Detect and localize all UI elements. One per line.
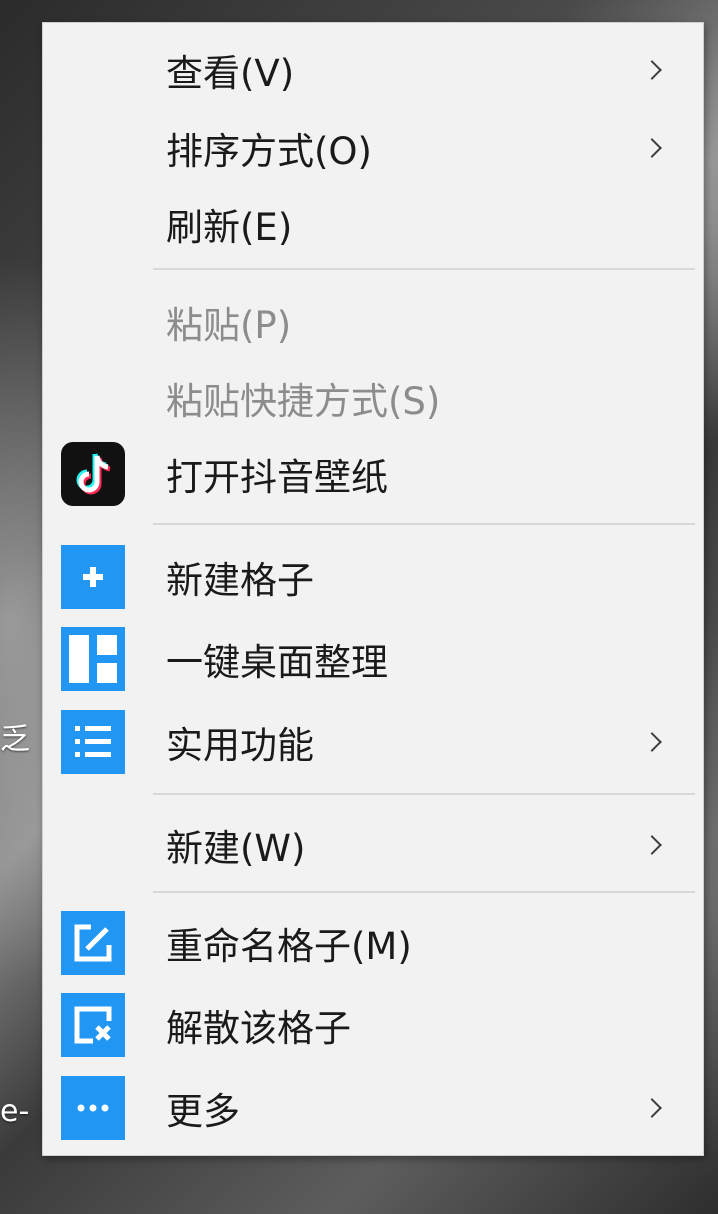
dissolve-icon xyxy=(61,993,125,1057)
menu-item-sort-by[interactable]: 排序方式(O) xyxy=(43,109,703,187)
chevron-right-icon xyxy=(642,732,662,752)
chevron-right-icon xyxy=(642,60,662,80)
menu-item-label: 粘贴(P) xyxy=(166,304,292,347)
desktop-icon-label-fragment[interactable]: e- xyxy=(0,1094,29,1130)
chevron-right-icon xyxy=(642,835,662,855)
menu-item-label: 刷新(E) xyxy=(166,206,293,249)
menu-item-label: 一键桌面整理 xyxy=(166,641,388,684)
menu-item-open-tiktok-wallpaper[interactable]: 打开抖音壁纸 xyxy=(43,435,703,513)
menu-item-paste-shortcut[interactable]: 粘贴快捷方式(S) xyxy=(43,359,703,437)
menu-item-label: 打开抖音壁纸 xyxy=(166,456,388,499)
more-icon xyxy=(61,1076,125,1140)
menu-item-label: 排序方式(O) xyxy=(166,130,372,173)
menu-item-label: 重命名格子(M) xyxy=(166,925,412,968)
plus-icon xyxy=(61,545,125,609)
menu-item-refresh[interactable]: 刷新(E) xyxy=(43,185,703,263)
desktop-icon-label-fragment[interactable]: 乏 xyxy=(0,722,30,758)
menu-item-rename-grid[interactable]: 重命名格子(M) xyxy=(43,904,703,982)
menu-item-label: 实用功能 xyxy=(166,724,314,767)
menu-item-label: 查看(V) xyxy=(166,52,295,95)
menu-item-dissolve-grid[interactable]: 解散该格子 xyxy=(43,986,703,1064)
menu-item-label: 更多 xyxy=(166,1090,240,1133)
chevron-right-icon xyxy=(642,1098,662,1118)
desktop-context-menu: 查看(V) 排序方式(O) 刷新(E) 粘贴(P) 粘贴快捷方式(S) 打开抖音… xyxy=(42,22,704,1156)
menu-item-one-click-organize[interactable]: 一键桌面整理 xyxy=(43,620,703,698)
menu-item-utilities[interactable]: 实用功能 xyxy=(43,703,703,781)
menu-item-view[interactable]: 查看(V) xyxy=(43,31,703,109)
menu-separator xyxy=(153,523,695,525)
chevron-right-icon xyxy=(642,138,662,158)
menu-item-paste[interactable]: 粘贴(P) xyxy=(43,283,703,361)
menu-item-label: 新建(W) xyxy=(166,827,306,870)
menu-separator xyxy=(153,891,695,893)
menu-item-label: 新建格子 xyxy=(166,559,314,602)
menu-item-new-grid[interactable]: 新建格子 xyxy=(43,538,703,616)
edit-icon xyxy=(61,911,125,975)
layout-icon xyxy=(61,627,125,691)
tiktok-icon xyxy=(61,442,125,506)
list-icon xyxy=(61,710,125,774)
menu-separator xyxy=(153,268,695,270)
menu-item-more[interactable]: 更多 xyxy=(43,1069,703,1147)
menu-item-label: 解散该格子 xyxy=(166,1007,351,1050)
menu-separator xyxy=(153,793,695,795)
menu-item-label: 粘贴快捷方式(S) xyxy=(166,380,441,423)
menu-item-new[interactable]: 新建(W) xyxy=(43,806,703,884)
